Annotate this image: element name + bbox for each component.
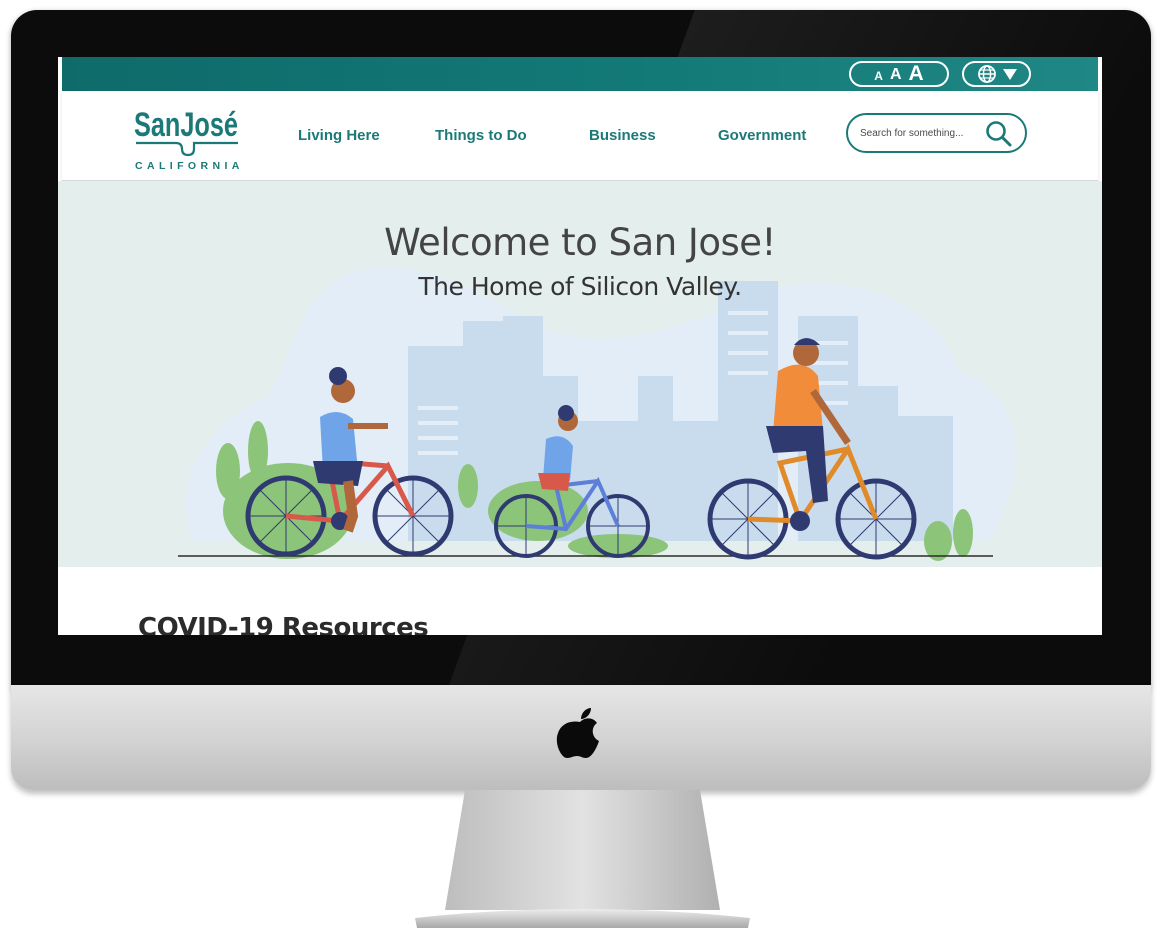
nav-government[interactable]: Government [718, 127, 806, 144]
globe-icon [977, 65, 996, 83]
hero-banner: Welcome to San Jose! The Home of Silicon… [58, 181, 1102, 567]
nav-things-to-do[interactable]: Things to Do [435, 127, 527, 144]
covid-resources-heading: COVID-19 Resources [138, 613, 429, 635]
search-icon[interactable] [984, 119, 1014, 149]
logo-subtitle: CALIFORNIA [135, 160, 242, 172]
triangle-down-icon [1002, 68, 1017, 80]
font-size-controls: A A A [849, 61, 949, 87]
font-size-small-button[interactable]: A [874, 69, 883, 83]
search-input[interactable] [860, 124, 980, 142]
hero-title: Welcome to San Jose! [384, 221, 776, 264]
nav-business[interactable]: Business [589, 127, 656, 144]
apple-icon [556, 708, 599, 758]
site-header: SanJosé CALIFORNIA Living Here Things to… [62, 91, 1098, 181]
hero-subtitle: The Home of Silicon Valley. [418, 272, 742, 301]
search-box [846, 113, 1027, 153]
logo-wordmark: SanJosé [134, 106, 238, 144]
browser-screen: A A A SanJosé CALIFORNIA Living Here Thi… [58, 57, 1102, 635]
language-selector-button[interactable] [962, 61, 1031, 87]
font-size-large-button[interactable]: A [909, 62, 924, 86]
utility-bar: A A A [62, 57, 1098, 91]
font-size-medium-button[interactable]: A [890, 66, 902, 84]
san-jose-logo[interactable]: SanJosé CALIFORNIA [132, 96, 242, 174]
nav-living-here[interactable]: Living Here [298, 127, 380, 144]
monitor-stand [415, 790, 750, 928]
